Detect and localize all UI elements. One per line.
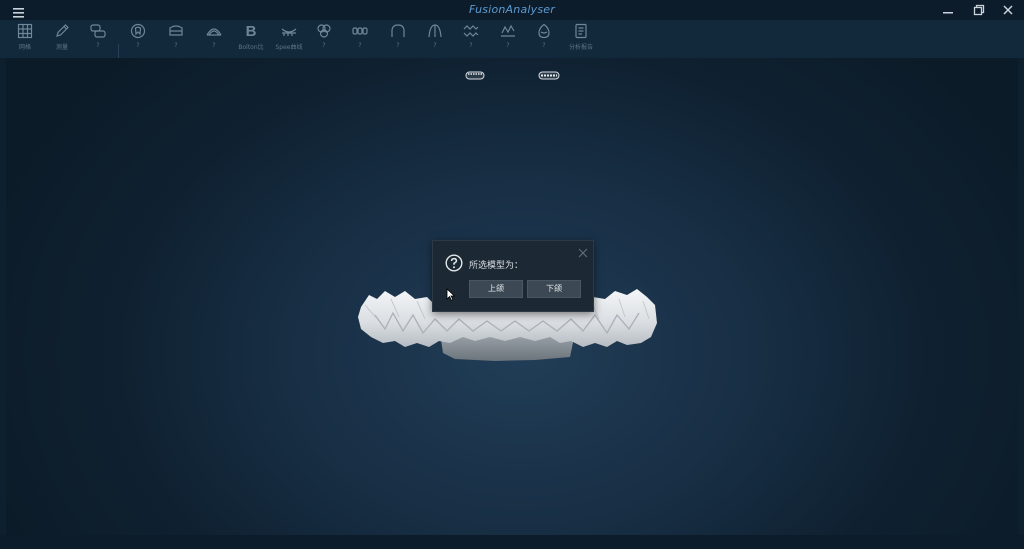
wave-chart-icon: [498, 22, 518, 40]
compare-icon: [88, 22, 108, 40]
arch-box-icon: [166, 22, 186, 40]
minimize-icon[interactable]: [938, 2, 958, 18]
tool-label: ?: [358, 42, 362, 49]
toolbar: 网格 测量 ? ? ? ? B Bolton比 Spee曲线 ? ? ? ? ?…: [0, 20, 1024, 76]
question-icon: [445, 254, 463, 272]
arch-outline-tool-button[interactable]: ?: [380, 22, 416, 56]
arch-curve-tool-button[interactable]: ?: [196, 22, 232, 56]
molar-tool-button[interactable]: ?: [306, 22, 342, 56]
dialog-message: 所选模型为：: [469, 261, 524, 271]
app-title: FusionAnalyser: [469, 3, 555, 16]
molar-icon: [314, 22, 334, 40]
upper-jaw-thumbnail[interactable]: [465, 65, 485, 84]
spee-curve-icon: [279, 22, 299, 40]
tool-label: ?: [136, 42, 140, 49]
tool-label: ?: [506, 42, 510, 49]
bolton-tool-button[interactable]: B Bolton比: [233, 22, 269, 56]
tool-label: 分析报告: [568, 44, 593, 51]
tool-label: Spee曲线: [275, 44, 303, 51]
arch-curve-icon: [204, 22, 224, 40]
egg-tool-button[interactable]: ?: [526, 22, 562, 56]
tool-label: 网格: [18, 44, 31, 51]
tool-label: Bolton比: [238, 44, 264, 51]
tool-label: ?: [542, 42, 546, 49]
tool-label: ?: [469, 42, 473, 49]
grid-tool-button[interactable]: 网格: [7, 22, 43, 56]
teeth-row-tool-button[interactable]: ?: [342, 22, 378, 56]
egg-icon: [534, 22, 554, 40]
teeth-row-icon: [350, 22, 370, 40]
arch-box-tool-button[interactable]: ?: [158, 22, 194, 56]
tool-label: ?: [212, 42, 216, 49]
model-select-dialog: 所选模型为： 上颌 下颌: [432, 240, 594, 312]
lower-jaw-button[interactable]: 下颌: [527, 280, 581, 298]
title-bar: FusionAnalyser: [0, 0, 1024, 20]
grid-icon: [15, 22, 35, 40]
restore-icon[interactable]: [969, 2, 989, 18]
spee-curve-tool-button[interactable]: Spee曲线: [271, 22, 307, 56]
tooth-tool-button[interactable]: ?: [120, 22, 156, 56]
pencil-icon: [52, 22, 72, 40]
arch-outline-icon: [388, 22, 408, 40]
tooth-circle-icon: [128, 22, 148, 40]
mouse-cursor-icon: [446, 286, 456, 305]
occlusion-tool-button[interactable]: ?: [453, 22, 489, 56]
occlusion-icon: [461, 22, 481, 40]
report-icon: [571, 22, 591, 40]
compare-tool-button[interactable]: ?: [80, 22, 116, 56]
status-bar: [0, 535, 1024, 549]
tool-label: ?: [322, 42, 326, 49]
close-icon[interactable]: [998, 2, 1018, 18]
tool-label: ?: [96, 42, 100, 49]
arch-pointed-icon: [425, 22, 445, 40]
wave-chart-tool-button[interactable]: ?: [490, 22, 526, 56]
tool-label: 测量: [55, 44, 68, 51]
upper-jaw-button[interactable]: 上颌: [469, 280, 523, 298]
tool-label: ?: [174, 42, 178, 49]
tool-label: ?: [433, 42, 437, 49]
lower-jaw-thumbnail[interactable]: [538, 65, 560, 84]
close-icon[interactable]: [577, 244, 589, 258]
bolton-icon: B: [245, 22, 257, 40]
arch-pointed-tool-button[interactable]: ?: [417, 22, 453, 56]
measure-tool-button[interactable]: 测量: [44, 22, 80, 56]
report-tool-button[interactable]: 分析报告: [563, 22, 599, 56]
tool-label: ?: [396, 42, 400, 49]
